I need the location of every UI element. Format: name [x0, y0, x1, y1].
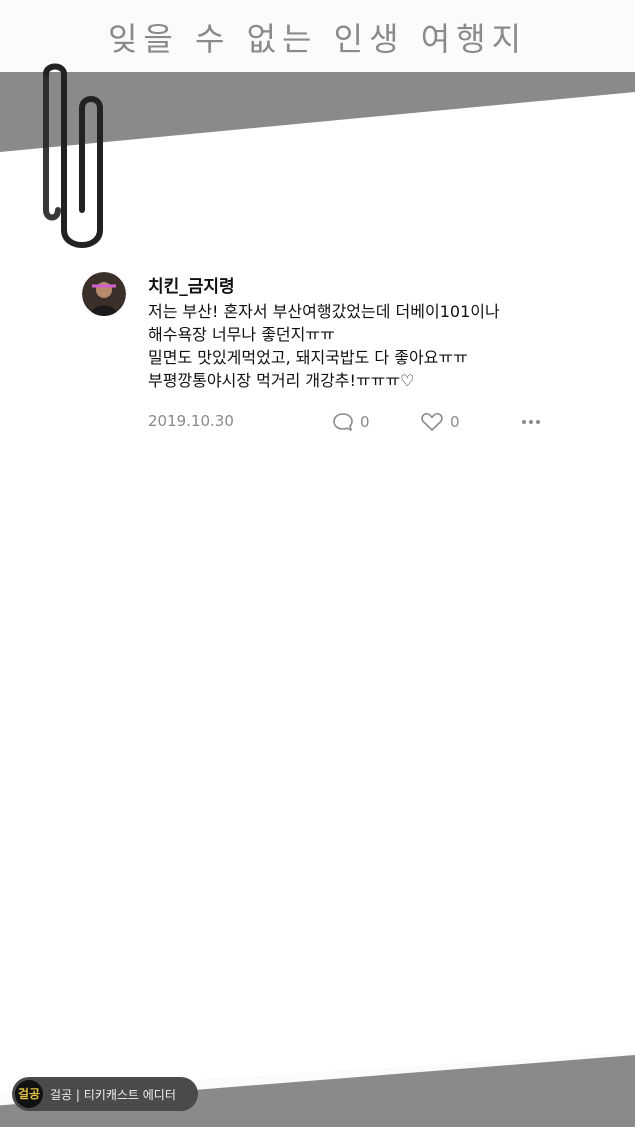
like-button[interactable]: 0 — [420, 410, 460, 434]
post-line: 해수욕장 너무나 좋던지ㅠㅠ — [148, 325, 335, 344]
username[interactable]: 치킨_금지령 — [148, 272, 235, 297]
avatar[interactable] — [82, 272, 126, 316]
reply-count: 0 — [360, 413, 370, 431]
heart-icon — [420, 411, 444, 433]
post-meta: 2019.10.30 0 0 — [148, 410, 548, 434]
post-line: 부평깡통야시장 먹거리 개강추!ㅠㅠㅠ♡ — [148, 371, 415, 390]
watermark-badge: 걸공 걸공 | 티키캐스트 에디터 — [12, 1077, 198, 1111]
more-dots-icon[interactable] — [520, 413, 542, 431]
speech-bubble-icon — [332, 411, 354, 433]
paperclip-icon — [18, 60, 118, 260]
like-count: 0 — [450, 413, 460, 431]
post-line: 저는 부산! 혼자서 부산여행갔었는데 더베이101이나 — [148, 302, 500, 321]
badge-logo: 걸공 — [15, 1080, 43, 1108]
post-line: 밀면도 맛있게먹었고, 돼지국밥도 다 좋아요ㅠㅠ — [148, 348, 468, 367]
post-date: 2019.10.30 — [148, 412, 234, 430]
post-card: 치킨_금지령 저는 부산! 혼자서 부산여행갔었는데 더베이101이나 해수욕장… — [62, 260, 558, 440]
page-title: 잊을 수 없는 인생 여행지 — [107, 20, 528, 58]
post-body: 저는 부산! 혼자서 부산여행갔었는데 더베이101이나 해수욕장 너무나 좋던… — [148, 300, 548, 392]
badge-text: 걸공 | 티키캐스트 에디터 — [50, 1088, 176, 1102]
reply-button[interactable]: 0 — [332, 410, 370, 434]
